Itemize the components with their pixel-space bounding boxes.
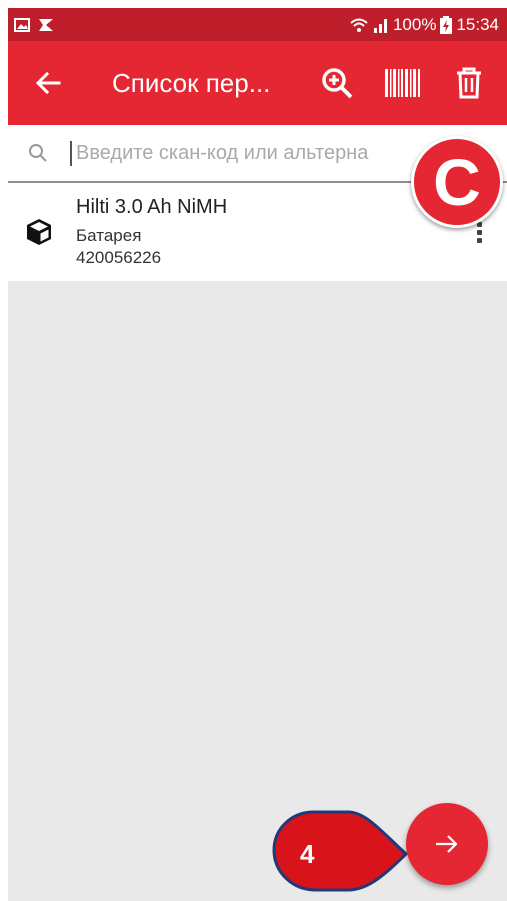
arrow-back-icon bbox=[35, 71, 61, 95]
box-icon bbox=[27, 219, 51, 245]
signal-icon bbox=[373, 18, 387, 33]
search-input[interactable] bbox=[70, 140, 438, 166]
arrow-forward-icon bbox=[436, 835, 458, 853]
step-callout-shape bbox=[272, 810, 409, 892]
search-icon bbox=[29, 144, 47, 162]
annotation-badge-c: C bbox=[411, 136, 503, 228]
search-add-button[interactable] bbox=[311, 57, 363, 109]
status-bar: 100% 15:34 bbox=[8, 8, 507, 41]
item-title: Hilti 3.0 Ah NiMH bbox=[76, 195, 228, 218]
delete-button[interactable] bbox=[443, 57, 495, 109]
item-code: 420056226 bbox=[76, 247, 162, 267]
image-notification-icon bbox=[14, 17, 30, 32]
wifi-icon bbox=[350, 18, 368, 32]
app-bar: Список пер... bbox=[8, 41, 507, 125]
battery-percent: 100% bbox=[392, 14, 437, 34]
check-notification-icon bbox=[39, 18, 53, 31]
search-add-icon bbox=[322, 68, 353, 99]
battery-icon bbox=[440, 15, 453, 34]
next-button[interactable] bbox=[406, 803, 488, 885]
menu-dot bbox=[476, 237, 482, 243]
step-number: 4 bbox=[300, 839, 315, 869]
clock: 15:34 bbox=[456, 14, 499, 34]
barcode-icon bbox=[385, 69, 420, 97]
app-screen: 100% 15:34 Список пер... Введите скан-ко… bbox=[8, 8, 507, 901]
page-title: Список пер... bbox=[112, 67, 271, 98]
trash-icon bbox=[457, 67, 481, 99]
barcode-button[interactable] bbox=[377, 57, 429, 109]
item-category: Батарея bbox=[76, 225, 142, 245]
menu-dot bbox=[476, 229, 482, 235]
back-button[interactable] bbox=[20, 55, 76, 111]
